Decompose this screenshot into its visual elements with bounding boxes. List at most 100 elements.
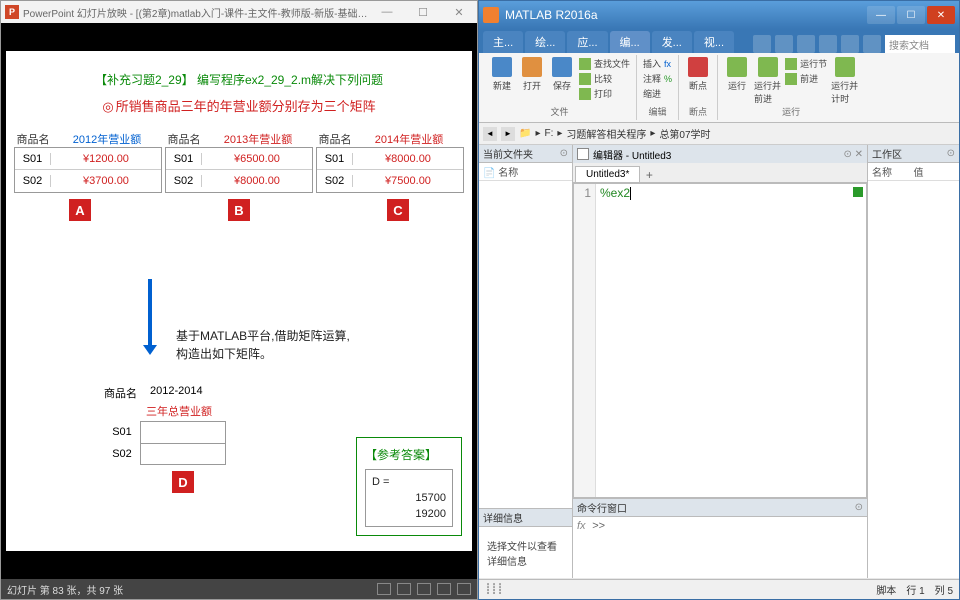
new-tab-button[interactable]: + bbox=[640, 168, 658, 182]
matrix-d: D bbox=[172, 471, 194, 493]
view-slideshow-icon[interactable] bbox=[457, 583, 471, 595]
run-section-button[interactable]: 运行节 bbox=[785, 57, 827, 70]
quick-undo-icon[interactable] bbox=[841, 35, 859, 53]
findfiles-button[interactable]: 查找文件 bbox=[579, 57, 630, 70]
view-normal-icon[interactable] bbox=[397, 583, 411, 595]
breakpoint-button[interactable]: 断点 bbox=[685, 57, 711, 92]
quick-help-icon[interactable] bbox=[863, 35, 881, 53]
matlab-icon bbox=[483, 7, 499, 23]
slide-counter: 幻灯片 第 83 张，共 97 张 bbox=[7, 582, 123, 597]
close-button[interactable]: ✕ bbox=[927, 6, 955, 24]
tab-editor[interactable]: 编... bbox=[610, 31, 650, 53]
table-2012: 商品名2012年营业额 S01¥1200.00 S02¥3700.00 bbox=[14, 131, 162, 193]
close-button[interactable]: ✕ bbox=[445, 6, 473, 19]
code-ok-indicator bbox=[853, 187, 863, 197]
quick-cut-icon[interactable] bbox=[775, 35, 793, 53]
matrix-a: A bbox=[69, 199, 91, 221]
slide-content: 【补充习题2_29】 编写程序ex2_29_2.m解决下列问题 所销售商品三年的… bbox=[6, 51, 472, 551]
workspace-list[interactable] bbox=[868, 181, 959, 578]
ribbon-toolbar: 新建 打开 保存 查找文件 比较 打印 文件 插入 fx 注释 % 缩进 编辑 bbox=[479, 53, 959, 123]
workspace-panel: 工作区⊙ 名称值 bbox=[867, 145, 959, 578]
command-window-panel: 命令行窗口⊙ fx >> bbox=[573, 498, 867, 578]
notes-icon[interactable] bbox=[377, 583, 391, 595]
folder-list[interactable] bbox=[479, 181, 572, 508]
advance-button[interactable]: 前进 bbox=[785, 72, 827, 85]
document-icon bbox=[577, 148, 589, 160]
panel-menu-icon[interactable]: ⊙ bbox=[855, 502, 863, 513]
table-2013: 商品名2013年营业额 S01¥6500.00 S02¥8000.00 bbox=[165, 131, 313, 193]
run-icon bbox=[727, 57, 747, 77]
find-icon bbox=[579, 58, 591, 70]
matlab-title: MATLAB R2016a bbox=[505, 8, 867, 22]
slide-area[interactable]: 【补充习题2_29】 编写程序ex2_29_2.m解决下列问题 所销售商品三年的… bbox=[1, 23, 477, 579]
breakpoint-icon bbox=[688, 57, 708, 77]
indent-button[interactable]: 缩进 bbox=[643, 87, 672, 100]
path-bar[interactable]: ◄ ► 📁 ▸ F: ▸ 习题解答相关程序 ▸ 总第07学时 bbox=[479, 123, 959, 145]
maximize-button[interactable]: ☐ bbox=[897, 6, 925, 24]
quick-copy-icon[interactable] bbox=[797, 35, 815, 53]
minimize-button[interactable]: — bbox=[373, 6, 401, 19]
powerpoint-icon: P bbox=[5, 5, 19, 19]
compare-button[interactable]: 比较 bbox=[579, 72, 630, 85]
command-window[interactable]: fx >> bbox=[573, 517, 867, 578]
run-time-button[interactable]: 运行并 计时 bbox=[831, 57, 858, 105]
ppt-titlebar: P PowerPoint 幻灯片放映 - [(第2章)matlab入门-课件-主… bbox=[1, 1, 477, 23]
matrix-labels: A B C bbox=[14, 199, 464, 221]
ribbon-tabs: 主... 绘... 应... 编... 发... 视... 搜索文档 bbox=[479, 29, 959, 53]
comment-button[interactable]: 注释 % bbox=[643, 72, 672, 85]
tab-home[interactable]: 主... bbox=[483, 31, 523, 53]
new-icon bbox=[492, 57, 512, 77]
path-fwd-icon[interactable]: ► bbox=[501, 127, 515, 141]
code-editor[interactable]: 1 %ex2 bbox=[573, 183, 867, 498]
new-button[interactable]: 新建 bbox=[489, 57, 515, 92]
matlab-titlebar: MATLAB R2016a — ☐ ✕ bbox=[479, 1, 959, 29]
panel-menu-icon[interactable]: ⊙ ✕ bbox=[843, 149, 863, 160]
editor-file-tab[interactable]: Untitled3* bbox=[575, 166, 640, 182]
matlab-window: MATLAB R2016a — ☐ ✕ 主... 绘... 应... 编... … bbox=[478, 0, 960, 600]
tab-apps[interactable]: 应... bbox=[567, 31, 607, 53]
ppt-title: PowerPoint 幻灯片放映 - [(第2章)matlab入门-课件-主文件… bbox=[23, 5, 373, 20]
view-sorter-icon[interactable] bbox=[417, 583, 431, 595]
folder-icon: 📁 bbox=[519, 128, 531, 139]
current-folder-panel: 当前文件夹⊙ 📄 名称 详细信息 选择文件以查看详细信息 bbox=[479, 145, 573, 578]
panel-menu-icon[interactable]: ⊙ bbox=[947, 148, 955, 159]
result-table: 商品名2012-2014 三年总营业额 S01 S02 D bbox=[104, 385, 226, 493]
minimize-button[interactable]: — bbox=[867, 6, 895, 24]
open-button[interactable]: 打开 bbox=[519, 57, 545, 92]
text-cursor bbox=[630, 187, 631, 200]
print-icon bbox=[579, 88, 591, 100]
run-advance-icon bbox=[758, 57, 778, 77]
save-icon bbox=[552, 57, 572, 77]
runtime-icon bbox=[835, 57, 855, 77]
ppt-statusbar: 幻灯片 第 83 张，共 97 张 bbox=[1, 579, 477, 599]
slide-subheader: 所销售商品三年的年营业额分别存为三个矩阵 bbox=[14, 96, 464, 115]
run-button[interactable]: 运行 bbox=[724, 57, 750, 92]
print-button[interactable]: 打印 bbox=[579, 87, 630, 100]
path-back-icon[interactable]: ◄ bbox=[483, 127, 497, 141]
tab-publish[interactable]: 发... bbox=[652, 31, 692, 53]
table-2014: 商品名2014年营业额 S01¥8000.00 S02¥7500.00 bbox=[316, 131, 464, 193]
arrow-down-icon bbox=[148, 279, 152, 347]
slide-header: 【补充习题2_29】 编写程序ex2_29_2.m解决下列问题 bbox=[14, 71, 464, 88]
advance-icon bbox=[785, 73, 797, 85]
tab-view[interactable]: 视... bbox=[694, 31, 734, 53]
save-button[interactable]: 保存 bbox=[549, 57, 575, 92]
run-advance-button[interactable]: 运行并 前进 bbox=[754, 57, 781, 105]
maximize-button[interactable]: ☐ bbox=[409, 6, 437, 19]
quick-paste-icon[interactable] bbox=[819, 35, 837, 53]
editor-panel-head: 编辑器 - Untitled3 ⊙ ✕ bbox=[573, 145, 867, 163]
tab-plots[interactable]: 绘... bbox=[525, 31, 565, 53]
powerpoint-window: P PowerPoint 幻灯片放映 - [(第2章)matlab入门-课件-主… bbox=[0, 0, 478, 600]
matrix-c: C bbox=[387, 199, 409, 221]
doc-search-input[interactable]: 搜索文档 bbox=[885, 35, 955, 53]
tables-row: 商品名2012年营业额 S01¥1200.00 S02¥3700.00 商品名2… bbox=[14, 131, 464, 193]
panel-menu-icon[interactable]: ⊙ bbox=[560, 148, 568, 159]
answer-box: 【参考答案】 D = 15700 19200 bbox=[356, 437, 462, 536]
runsec-icon bbox=[785, 58, 797, 70]
matrix-b: B bbox=[228, 199, 250, 221]
view-reading-icon[interactable] bbox=[437, 583, 451, 595]
open-icon bbox=[522, 57, 542, 77]
insert-button[interactable]: 插入 fx bbox=[643, 57, 672, 70]
quick-save-icon[interactable] bbox=[753, 35, 771, 53]
matlab-statusbar: ┊┊┊ 脚本 行 1 列 5 bbox=[479, 579, 959, 599]
